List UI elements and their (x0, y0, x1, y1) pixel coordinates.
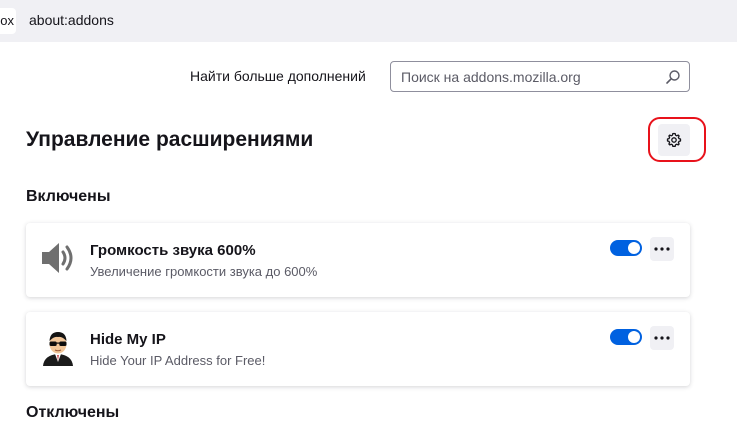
addons-search-box[interactable] (390, 61, 690, 92)
speaker-icon (42, 243, 73, 273)
more-options-button[interactable] (650, 237, 674, 261)
extension-name[interactable]: Громкость звука 600% (90, 242, 256, 259)
more-dots-icon (654, 336, 670, 340)
find-more-addons-label: Найти больше дополнений (190, 68, 366, 84)
extension-card[interactable]: Hide My IP Hide Your IP Address for Free… (26, 312, 690, 386)
enable-toggle[interactable] (610, 329, 642, 345)
highlight-annotation (648, 117, 706, 162)
enabled-section-heading: Включены (26, 188, 111, 205)
extension-description: Hide Your IP Address for Free! (90, 353, 266, 368)
url-field[interactable]: about:addons (29, 12, 114, 28)
spy-avatar-icon (43, 332, 73, 366)
search-icon[interactable] (665, 69, 681, 85)
tab-label: ox (0, 13, 14, 28)
extension-description: Увеличение громкости звука до 600% (90, 264, 318, 279)
page-title: Управление расширениями (26, 128, 314, 151)
extension-name[interactable]: Hide My IP (90, 331, 166, 348)
enable-toggle[interactable] (610, 240, 642, 256)
address-bar: ox about:addons (0, 0, 737, 42)
more-dots-icon (654, 247, 670, 251)
toggle-knob (628, 331, 640, 343)
browser-tab[interactable]: ox (0, 8, 16, 34)
toggle-knob (628, 242, 640, 254)
more-options-button[interactable] (650, 326, 674, 350)
extension-card[interactable]: Громкость звука 600% Увеличение громкост… (26, 223, 690, 297)
disabled-section-heading: Отключены (26, 404, 120, 421)
addons-search-input[interactable] (401, 68, 661, 86)
